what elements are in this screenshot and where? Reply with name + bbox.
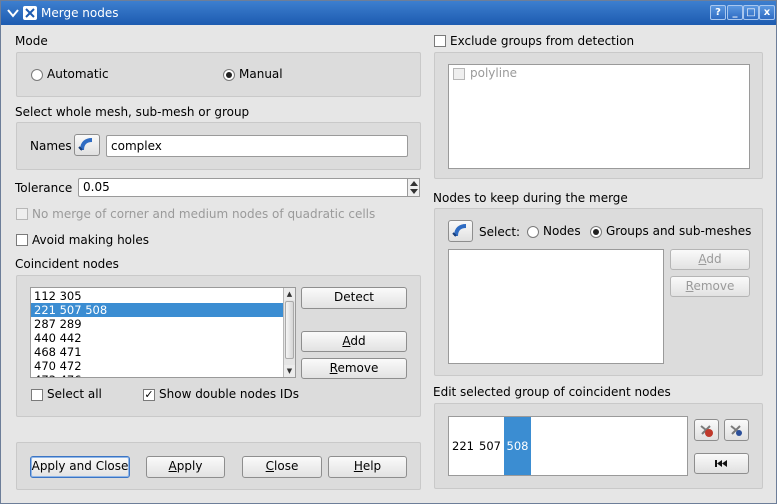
- tolerance-label: Tolerance: [15, 181, 73, 195]
- detect-button[interactable]: Detect: [301, 287, 407, 309]
- keep-list[interactable]: [448, 249, 664, 364]
- close-button[interactable]: Close: [242, 456, 322, 478]
- edit-nodes-strip[interactable]: 221 507 508: [448, 416, 688, 476]
- node-cell[interactable]: 507: [477, 417, 503, 475]
- names-field[interactable]: complex: [106, 135, 408, 157]
- select-all-label[interactable]: Select all: [47, 387, 102, 401]
- select-all-checkbox[interactable]: [31, 389, 43, 401]
- window-menu-icon[interactable]: [6, 6, 20, 20]
- manual-radio[interactable]: [223, 69, 235, 81]
- close-window-button[interactable]: x: [759, 5, 775, 20]
- coincident-item[interactable]: 440 442: [31, 331, 284, 345]
- coincident-item-selected[interactable]: 221 507 508: [31, 303, 284, 317]
- coincident-items: 112 305 221 507 508 287 289 440 442 468 471 4…: [31, 289, 284, 377]
- keep-group: Select: Nodes Groups and sub-meshes Add …: [434, 208, 763, 376]
- avoid-holes-label[interactable]: Avoid making holes: [32, 233, 149, 247]
- coincident-item[interactable]: 473 476: [31, 373, 284, 377]
- title-bar[interactable]: Merge nodes ? _ □ x: [1, 1, 776, 25]
- exclude-groups-label[interactable]: Exclude groups from detection: [450, 34, 634, 48]
- show-ids-checkbox[interactable]: ✓: [143, 389, 155, 401]
- window-title: Merge nodes: [41, 6, 119, 20]
- mode-group: Automatic Manual: [16, 52, 421, 97]
- coincident-item[interactable]: 470 472: [31, 359, 284, 373]
- keep-nodes-label[interactable]: Nodes: [543, 224, 581, 238]
- help-button[interactable]: Help: [328, 456, 407, 478]
- add-group-button[interactable]: Add: [301, 331, 407, 352]
- keep-remove-button[interactable]: Remove: [670, 276, 750, 297]
- keep-select-button[interactable]: [448, 220, 473, 242]
- polyline-label: polyline: [470, 66, 518, 80]
- coincident-item[interactable]: 287 289: [31, 317, 284, 331]
- polyline-checkbox[interactable]: [453, 68, 465, 80]
- apply-button[interactable]: Apply: [146, 456, 225, 478]
- first-node-button[interactable]: [694, 453, 749, 474]
- coincident-item[interactable]: 468 471: [31, 345, 284, 359]
- names-label: Names: [30, 139, 72, 153]
- exclude-groups-list[interactable]: polyline: [448, 64, 750, 169]
- remove-node-button[interactable]: [694, 419, 719, 441]
- coincident-list[interactable]: 112 305 221 507 508 287 289 440 442 468 471 4…: [30, 287, 296, 378]
- names-select-button[interactable]: [74, 134, 100, 156]
- no-merge-label: No merge of corner and medium nodes of q…: [32, 207, 376, 221]
- keep-groups-radio[interactable]: [590, 226, 602, 238]
- coincident-item[interactable]: 112 305: [31, 289, 284, 303]
- first-node-icon: [715, 460, 727, 467]
- coincident-heading: Coincident nodes: [15, 257, 119, 271]
- scroll-down-icon[interactable]: ▼: [284, 365, 295, 377]
- keep-groups-label[interactable]: Groups and sub-meshes: [606, 224, 751, 238]
- node-cell-selected[interactable]: 508: [504, 417, 531, 475]
- avoid-holes-checkbox[interactable]: [16, 234, 28, 246]
- maximize-button[interactable]: □: [743, 5, 759, 20]
- show-ids-label[interactable]: Show double nodes IDs: [159, 387, 299, 401]
- merge-nodes-dialog: Merge nodes ? _ □ x Mode Automatic Manua…: [0, 0, 777, 504]
- keep-node-button[interactable]: [724, 419, 749, 441]
- keep-select-label: Select:: [479, 225, 521, 239]
- coincident-group: 112 305 221 507 508 287 289 440 442 468 471 4…: [16, 275, 421, 417]
- coincident-scrollbar[interactable]: ▲ ▼: [283, 288, 295, 377]
- automatic-radio[interactable]: [31, 69, 43, 81]
- tolerance-field[interactable]: 0.05: [78, 178, 419, 197]
- tolerance-spinner[interactable]: [407, 178, 420, 197]
- footer-bar: Apply and Close Apply Close Help: [16, 442, 421, 490]
- app-icon: [23, 6, 37, 20]
- spin-up-icon[interactable]: [410, 181, 418, 186]
- mode-heading: Mode: [15, 34, 48, 48]
- exclude-groups-checkbox[interactable]: [434, 35, 446, 47]
- apply-and-close-button[interactable]: Apply and Close: [30, 456, 130, 478]
- mesh-select-icon: [452, 224, 467, 237]
- mesh-select-icon: [78, 138, 93, 151]
- remove-node-icon: [700, 425, 713, 437]
- exclude-group-frame: polyline: [434, 52, 763, 179]
- help-window-button[interactable]: ?: [710, 5, 726, 20]
- node-cell[interactable]: 221: [451, 417, 475, 475]
- scroll-thumb[interactable]: [285, 301, 294, 359]
- keep-add-button[interactable]: Add: [670, 249, 750, 270]
- edit-group: 221 507 508: [434, 403, 763, 489]
- manual-label[interactable]: Manual: [239, 67, 283, 81]
- remove-group-button[interactable]: Remove: [301, 358, 407, 379]
- spin-down-icon[interactable]: [410, 189, 418, 194]
- keep-node-icon: [730, 425, 742, 436]
- edit-heading: Edit selected group of coincident nodes: [433, 385, 671, 399]
- keep-heading: Nodes to keep during the merge: [433, 191, 628, 205]
- selection-heading: Select whole mesh, sub-mesh or group: [15, 105, 250, 119]
- selection-group: Names complex: [16, 122, 421, 170]
- no-merge-checkbox[interactable]: [16, 208, 28, 220]
- scroll-up-icon[interactable]: ▲: [284, 288, 295, 300]
- minimize-button[interactable]: _: [727, 5, 743, 20]
- keep-nodes-radio[interactable]: [527, 226, 539, 238]
- automatic-label[interactable]: Automatic: [47, 67, 109, 81]
